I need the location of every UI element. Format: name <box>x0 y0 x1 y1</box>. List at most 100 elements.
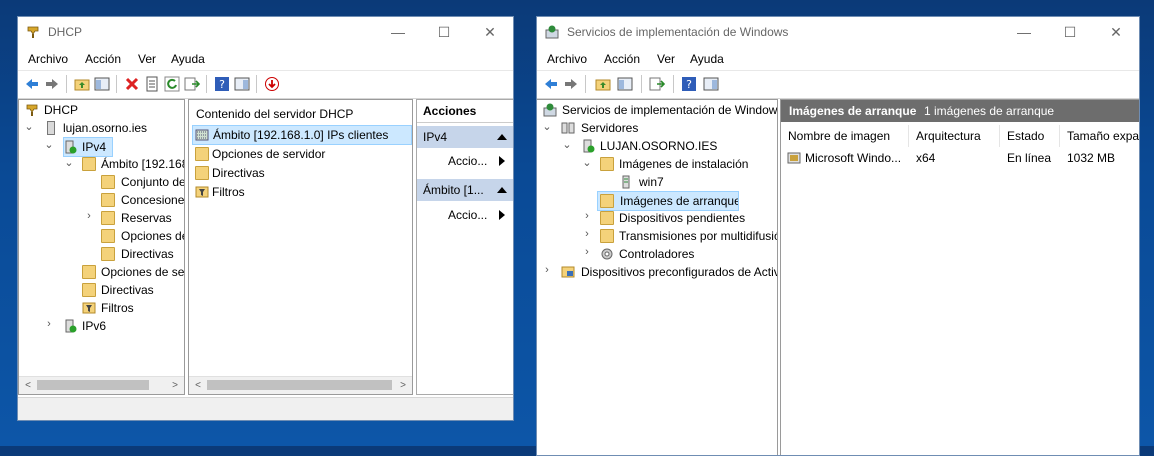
up-folder-icon[interactable] <box>74 76 90 92</box>
chevron-right-icon[interactable]: › <box>581 210 593 222</box>
column-header-name[interactable]: Nombre de imagen <box>781 125 909 147</box>
chevron-down-icon[interactable]: ⌄ <box>43 138 55 151</box>
scroll-left-arrow-icon[interactable]: < <box>20 378 36 393</box>
chevron-right-icon[interactable]: › <box>541 264 553 276</box>
menu-ver[interactable]: Ver <box>657 52 675 66</box>
tree-item-concesiones[interactable]: Concesiones <box>19 191 184 209</box>
menu-archivo[interactable]: Archivo <box>28 52 68 66</box>
wds-icon <box>543 103 557 117</box>
tree-item-boot-images[interactable]: Imágenes de arranque <box>597 191 739 211</box>
refresh-icon[interactable] <box>164 76 180 92</box>
up-folder-icon[interactable] <box>595 76 611 92</box>
actions-group-ipv4[interactable]: IPv4 <box>417 126 513 148</box>
result-pane[interactable]: Imágenes de arranque 1 imágenes de arran… <box>780 99 1139 455</box>
export-list-icon[interactable] <box>649 76 665 92</box>
tree-item-reservas[interactable]: › Reservas <box>19 209 184 227</box>
tree-item-install-images[interactable]: ⌄ Imágenes de instalación <box>537 155 777 173</box>
horizontal-scrollbar[interactable]: < > <box>19 376 184 394</box>
chevron-down-icon[interactable]: ⌄ <box>541 120 553 133</box>
scroll-thumb[interactable] <box>207 380 392 390</box>
chevron-down-icon[interactable]: ⌄ <box>63 156 75 169</box>
chevron-right-icon[interactable]: › <box>581 246 593 258</box>
collapse-up-icon[interactable] <box>497 187 507 193</box>
scroll-right-arrow-icon[interactable]: > <box>395 378 411 393</box>
tree-item-opciones-servidor[interactable]: Opciones de se <box>19 263 184 281</box>
forward-arrow-icon[interactable] <box>563 76 579 92</box>
column-header-arch[interactable]: Arquitectura <box>909 125 1000 147</box>
help-icon[interactable]: ? <box>681 76 697 92</box>
chevron-down-icon[interactable]: ⌄ <box>561 138 573 151</box>
folder-icon <box>82 283 96 297</box>
menu-ayuda[interactable]: Ayuda <box>171 52 205 66</box>
tree-panel[interactable]: Servicios de implementación de Windows ⌄… <box>537 99 778 455</box>
tree-item-ipv6[interactable]: › IPv6 <box>19 317 184 335</box>
help-icon[interactable]: ? <box>214 76 230 92</box>
tree-item-dhcp[interactable]: DHCP <box>19 101 184 119</box>
maximize-button[interactable]: ☐ <box>421 17 467 48</box>
tree-item-drivers[interactable]: › Controladores <box>537 245 777 263</box>
dhcp-window: DHCP — ☐ ✕ Archivo Acción Ver Ayuda ? DH… <box>17 16 514 421</box>
minimize-button[interactable]: — <box>375 17 421 48</box>
chevron-right-icon[interactable]: › <box>581 228 593 240</box>
content-item-directivas[interactable]: Directivas <box>192 164 410 182</box>
content-item-filtros[interactable]: Filtros <box>192 183 410 201</box>
back-arrow-icon[interactable] <box>543 76 559 92</box>
tree-item-win7[interactable]: win7 <box>537 173 777 191</box>
minimize-button[interactable]: — <box>1001 17 1047 48</box>
menu-accion[interactable]: Acción <box>85 52 121 66</box>
tree-item-directivas[interactable]: Directivas <box>19 281 184 299</box>
actions-item-more[interactable]: Accio... <box>417 204 513 226</box>
delete-icon[interactable] <box>124 76 140 92</box>
show-hide-action-pane-icon[interactable] <box>703 76 719 92</box>
collapse-up-icon[interactable] <box>497 134 507 140</box>
table-row[interactable]: Microsoft Windo... x64 En línea 1032 MB <box>781 149 1139 167</box>
tree-item-multicast[interactable]: › Transmisiones por multidifusión <box>537 227 777 245</box>
tree-panel[interactable]: DHCP ⌄ lujan.osorno.ies IPv4 ⌄ ⌄ Ámbito … <box>18 99 185 395</box>
result-pane-title: Imágenes de arranque <box>789 104 917 118</box>
show-hide-action-pane-icon[interactable] <box>234 76 250 92</box>
properties-icon[interactable] <box>144 76 160 92</box>
chevron-right-icon[interactable]: › <box>43 318 55 330</box>
tree-item-server-lujan[interactable]: ⌄ LUJAN.OSORNO.IES <box>537 137 777 155</box>
export-list-icon[interactable] <box>184 76 200 92</box>
forward-arrow-icon[interactable] <box>44 76 60 92</box>
tree-item-conjunto[interactable]: Conjunto de <box>19 173 184 191</box>
chevron-down-icon[interactable]: ⌄ <box>581 156 593 169</box>
menu-ayuda[interactable]: Ayuda <box>690 52 724 66</box>
show-hide-tree-icon[interactable] <box>617 76 633 92</box>
close-button[interactable]: ✕ <box>1093 17 1139 48</box>
back-arrow-icon[interactable] <box>24 76 40 92</box>
chevron-right-icon[interactable]: › <box>83 210 95 222</box>
tree-item-wds-root[interactable]: Servicios de implementación de Windows <box>537 101 777 119</box>
content-panel[interactable]: Contenido del servidor DHCP Ámbito [192.… <box>188 99 413 395</box>
content-item-opciones[interactable]: Opciones de servidor <box>192 145 410 163</box>
wds-titlebar[interactable]: Servicios de implementación de Windows —… <box>537 17 1139 48</box>
tree-item-ipv4[interactable]: IPv4 <box>63 137 113 157</box>
scroll-thumb[interactable] <box>37 380 149 390</box>
column-header-state[interactable]: Estado <box>1000 125 1060 147</box>
actions-item-more[interactable]: Accio... <box>417 150 513 172</box>
menu-accion[interactable]: Acción <box>604 52 640 66</box>
actions-group-ambito[interactable]: Ámbito [1... <box>417 179 513 201</box>
content-item-ambito[interactable]: Ámbito [192.168.1.0] IPs clientes <box>192 125 412 145</box>
tree-item-opciones-ambito[interactable]: Opciones de <box>19 227 184 245</box>
tree-item-filtros[interactable]: Filtros <box>19 299 184 317</box>
show-hide-tree-icon[interactable] <box>94 76 110 92</box>
scroll-right-arrow-icon[interactable]: > <box>167 378 183 393</box>
tree-item-ambito[interactable]: ⌄ Ámbito [192.168 <box>19 155 184 173</box>
column-header-size[interactable]: Tamaño expa <box>1060 125 1139 147</box>
dhcp-titlebar[interactable]: DHCP — ☐ ✕ <box>18 17 513 48</box>
maximize-button[interactable]: ☐ <box>1047 17 1093 48</box>
tree-item-pending-devices[interactable]: › Dispositivos pendientes <box>537 209 777 227</box>
chevron-down-icon[interactable]: ⌄ <box>23 120 35 133</box>
menu-archivo[interactable]: Archivo <box>547 52 587 66</box>
stop-service-icon[interactable] <box>264 76 280 92</box>
menu-ver[interactable]: Ver <box>138 52 156 66</box>
tree-item-directivas-ambito[interactable]: Directivas <box>19 245 184 263</box>
horizontal-scrollbar[interactable]: < > <box>189 376 412 394</box>
close-button[interactable]: ✕ <box>467 17 513 48</box>
tree-item-servidores[interactable]: ⌄ Servidores <box>537 119 777 137</box>
scroll-left-arrow-icon[interactable]: < <box>190 378 206 393</box>
tree-item-server[interactable]: ⌄ lujan.osorno.ies <box>19 119 184 137</box>
tree-item-ad-devices[interactable]: › Dispositivos preconfigurados de Active… <box>537 263 777 281</box>
